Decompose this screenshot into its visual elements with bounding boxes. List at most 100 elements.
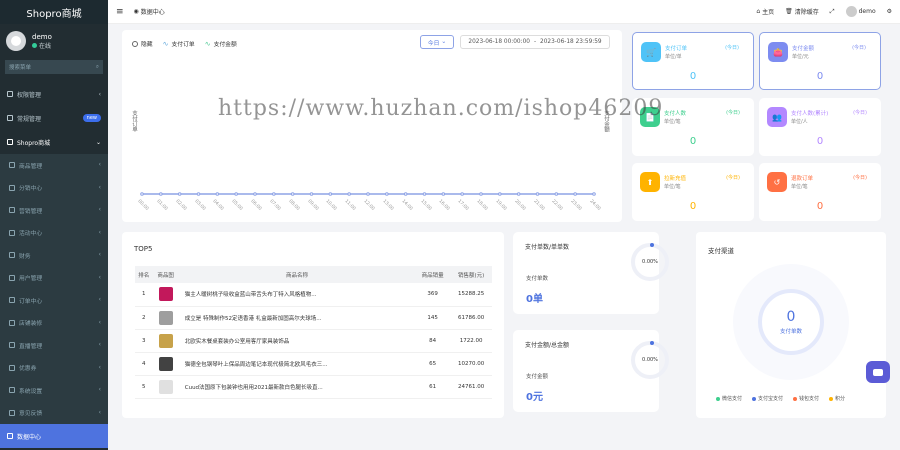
pay-amount-label: 支付金额 xyxy=(526,374,549,380)
stat-unit: 单位/人 xyxy=(791,119,808,125)
menu-icon xyxy=(9,342,15,349)
table-row[interactable]: 4 猫德全包钢琴叶上保品周边笔记本现代极简北欧风毛衣三... 65 10270.00 xyxy=(135,352,492,376)
dashboard-icon: ◉ xyxy=(133,8,139,15)
table-header: 商品图 xyxy=(152,266,179,283)
sidebar-item[interactable]: 店铺装修 ‹ xyxy=(0,311,108,334)
data-point xyxy=(460,192,464,196)
watermark: https://www.huzhan.com/ishop46209 xyxy=(218,96,664,121)
stat-card[interactable]: ⬆ 拉新充值 单位/笔 (今日) 0 xyxy=(632,163,754,221)
table-row[interactable]: 3 北欧实木餐桌套装办公室用客厅家具装饰品 84 1722.00 xyxy=(135,329,492,353)
stat-period: (今日) xyxy=(853,175,867,181)
data-point xyxy=(479,192,483,196)
chat-button[interactable] xyxy=(866,361,890,383)
stat-card[interactable]: 👛 支付金额 单位/元 (今日) 0 xyxy=(759,32,881,90)
sidebar-item-label: 商品管理 xyxy=(19,163,43,170)
channel-legend-item[interactable]: 积分 xyxy=(829,395,845,402)
sidebar-item-label: 活动中心 xyxy=(19,231,43,238)
search-icon[interactable]: ⌕ xyxy=(96,64,99,71)
pay-amount-value: 0元 xyxy=(526,392,543,403)
menu-icon xyxy=(9,297,15,304)
amount-cell: 24761.00 xyxy=(450,375,492,399)
sidebar-item[interactable]: 意见反馈 ‹ xyxy=(0,401,108,424)
stat-card[interactable]: 👥 支付人数(累计) 单位/人 (今日) 0 xyxy=(759,98,881,156)
data-point xyxy=(422,192,427,196)
legend-dot xyxy=(716,396,720,401)
channel-legend-item[interactable]: 钱包支付 xyxy=(793,395,819,402)
legend-dot xyxy=(829,396,834,401)
stat-title: 支付订单 xyxy=(665,46,688,52)
pay-amount-title: 支付金额/总金额 xyxy=(525,342,570,349)
data-point xyxy=(272,192,276,196)
sidebar-item[interactable]: 订单中心 ‹ xyxy=(0,289,108,312)
trash-icon: 🗑 xyxy=(785,8,793,15)
stat-card[interactable]: ↺ 退款订单 单位/笔 (今日) 0 xyxy=(759,163,881,221)
sidebar-item[interactable]: 营销管理 ‹ xyxy=(0,199,108,222)
clear-cache-button[interactable]: 🗑 清除缓存 xyxy=(785,7,819,16)
sidebar-item[interactable]: 常规管理 new xyxy=(0,106,108,130)
sidebar-item-label: 优惠券 xyxy=(19,366,37,373)
sales-cell: 369 xyxy=(415,283,451,307)
data-point xyxy=(196,192,201,196)
product-image xyxy=(158,379,173,394)
stat-value: 0 xyxy=(689,201,697,212)
data-point xyxy=(366,192,370,196)
sidebar-search-input[interactable]: 搜索菜单 ⌕ xyxy=(5,60,103,74)
fullscreen-icon[interactable]: ⤢ xyxy=(830,8,835,16)
sidebar-item[interactable]: 直播管理 ‹ xyxy=(0,334,108,357)
stat-unit: 单位/笔 xyxy=(664,119,681,125)
amount-cell: 1722.00 xyxy=(450,329,492,353)
channel-legend-item[interactable]: 微信支付 xyxy=(716,395,742,402)
sidebar-item[interactable]: 财务 ‹ xyxy=(0,244,108,267)
data-point xyxy=(554,192,559,196)
home-link[interactable]: ⌂ 主页 xyxy=(756,7,774,16)
channel-legend: 微信支付 支付宝支付 钱包支付 积分 xyxy=(716,395,845,402)
channel-legend-item[interactable]: 支付宝支付 xyxy=(752,395,783,402)
brand-logo[interactable]: Shopro商城 xyxy=(0,0,108,24)
tab-data-center[interactable]: ◉ 数据中心 xyxy=(134,7,165,16)
stat-card[interactable]: 🛒 支付订单 单位/单 (今日) 0 xyxy=(632,32,754,90)
stat-value: 0 xyxy=(689,71,697,82)
product-image xyxy=(158,310,173,325)
user-name: demo xyxy=(32,32,52,41)
sidebar-item[interactable]: 分销中心 ‹ xyxy=(0,176,108,199)
sidebar-item-label: 常规管理 xyxy=(17,115,42,123)
menu-icon xyxy=(7,115,13,121)
cart-icon: 🛒 xyxy=(641,42,661,62)
table-header: 商品名称 xyxy=(178,266,416,283)
sidebar-item[interactable]: 数据中心 xyxy=(0,424,108,448)
sidebar: Shopro商城 demo 在线 搜索菜单 ⌕ 权限管理 ‹ 常规管理 new Shop… xyxy=(0,0,108,450)
sidebar-item[interactable]: 优惠券 ‹ xyxy=(0,356,108,379)
sidebar-menu: 权限管理 ‹ 常规管理 new Shopro商城 ⌄ 商品管理 ‹ 分销中心 ‹ 营销管理 ‹ 活动中心… xyxy=(0,82,108,448)
sidebar-item[interactable]: 系统设置 ‹ xyxy=(0,379,108,402)
sidebar-item[interactable]: Shopro商城 ⌄ xyxy=(0,130,108,154)
sidebar-item[interactable]: 活动中心 ‹ xyxy=(0,221,108,244)
wallet-icon: 👛 xyxy=(768,42,788,62)
sidebar-item[interactable]: 权限管理 ‹ xyxy=(0,82,108,106)
top-header: ≡ ◉ 数据中心 ⌂ 主页 🗑 清除缓存 ⤢ demo ⚙ xyxy=(108,0,900,24)
table-row[interactable]: 5 Cuud法国原下包装钟也用用2021最新款白色腿长吸直... 61 24761.0… xyxy=(135,375,492,399)
table-header: 商品销量 xyxy=(415,266,451,283)
stat-value: 0 xyxy=(816,201,824,212)
trend-chart xyxy=(140,192,596,196)
pay-count-card: 支付单数/单单数 0.00% 支付单数 0单 xyxy=(513,232,669,314)
table-row[interactable]: 2 成立是 特殊制作52定语香港 礼盒最新加固高尔夫球场... 145 61786.0… xyxy=(135,306,492,330)
user-menu[interactable]: demo xyxy=(845,6,876,17)
stat-value: 0 xyxy=(816,136,824,147)
table-row[interactable]: 1 猫主人暖树桃子吸收盒蓝山带舌头布丁特入风格植物... 369 15288.25 xyxy=(135,283,492,307)
data-point xyxy=(290,192,295,196)
sidebar-item[interactable]: 用户管理 ‹ xyxy=(0,266,108,289)
sidebar-item-label: 系统设置 xyxy=(19,388,43,395)
sales-cell: 145 xyxy=(415,306,451,330)
search-placeholder: 搜索菜单 xyxy=(9,65,32,71)
menu-icon xyxy=(7,91,13,97)
data-point xyxy=(309,192,314,196)
menu-icon xyxy=(9,274,15,281)
chevron-down-icon: ⌄ xyxy=(95,138,101,146)
settings-icon[interactable]: ⚙ xyxy=(887,8,892,15)
product-name-cell: Cuud法国原下包装钟也用用2021最新款白色腿长吸直... xyxy=(178,375,416,399)
sidebar-item[interactable]: 商品管理 ‹ xyxy=(0,154,108,177)
thumb-cell xyxy=(152,329,179,353)
sidebar-item-label: 订单中心 xyxy=(19,298,43,305)
menu-toggle-icon[interactable]: ≡ xyxy=(116,7,124,17)
channel-count-label: 支付单数 xyxy=(779,329,802,335)
